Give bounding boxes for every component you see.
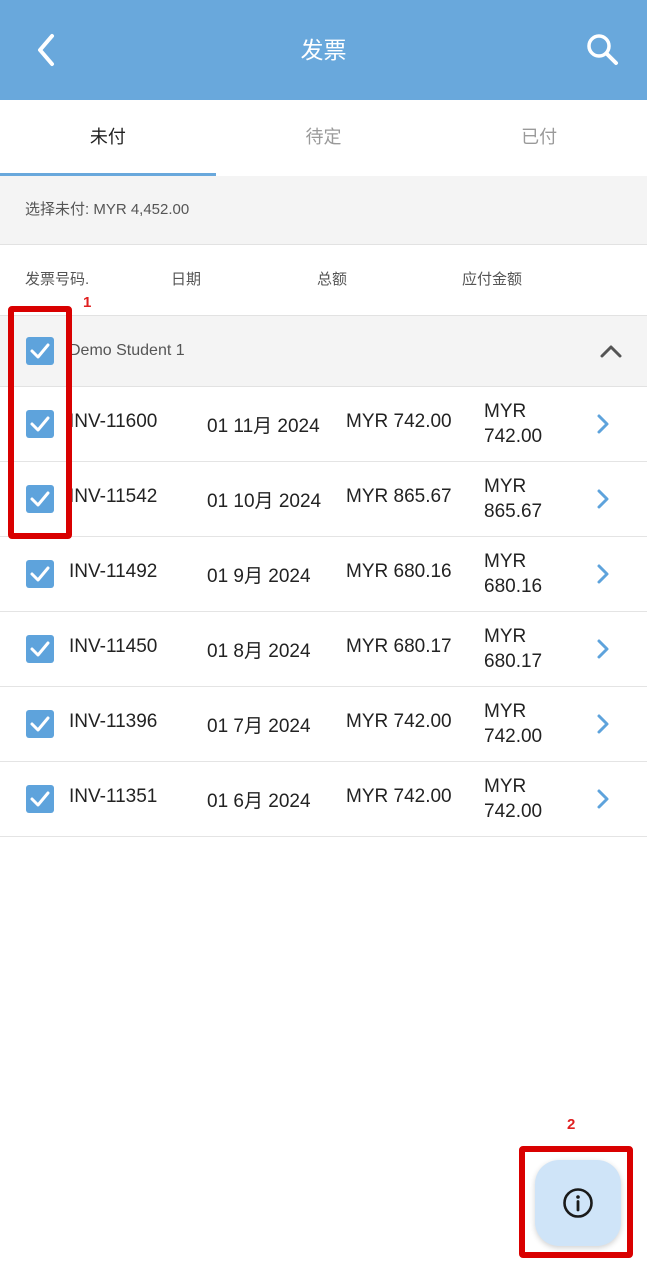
- check-icon: [30, 641, 50, 657]
- invoice-checkbox[interactable]: [26, 560, 54, 588]
- invoice-screen: 发票 未付 待定 已付 选择未付: MYR 4,452.00 发票号码. 日期 …: [0, 0, 647, 1280]
- search-button[interactable]: [581, 28, 625, 72]
- annotation-label-1: 1: [83, 294, 92, 311]
- invoice-row[interactable]: INV-11600 01 11月 2024 MYR 742.00 MYR 742…: [0, 387, 647, 462]
- invoice-total: MYR 742.00: [346, 786, 452, 807]
- invoice-number: INV-11450: [69, 636, 158, 657]
- search-icon: [587, 34, 618, 65]
- invoice-number: INV-11600: [69, 411, 158, 432]
- col-invoice-no: 发票号码.: [25, 271, 90, 288]
- invoice-total: MYR 865.67: [346, 486, 452, 507]
- annotation-box-1: [8, 306, 72, 539]
- col-total: 总额: [317, 271, 348, 288]
- annotation-box-2: [519, 1146, 633, 1258]
- col-due: 应付金额: [462, 271, 523, 288]
- app-header: 发票: [0, 0, 647, 100]
- invoice-checkbox[interactable]: [26, 635, 54, 663]
- invoice-number: INV-11351: [69, 786, 158, 807]
- invoice-number: INV-11542: [69, 486, 158, 507]
- invoice-total: MYR 680.16: [346, 561, 452, 582]
- invoice-checkbox[interactable]: [26, 785, 54, 813]
- invoice-due: MYR 680.16: [484, 551, 543, 597]
- invoice-due: MYR 742.00: [484, 776, 543, 822]
- invoice-due: MYR 742.00: [484, 701, 543, 747]
- chevron-right-icon[interactable]: [594, 487, 612, 511]
- invoice-date: 01 11月 2024: [207, 416, 320, 437]
- chevron-right-icon[interactable]: [594, 412, 612, 436]
- page-title: 发票: [300, 37, 347, 63]
- invoice-due: MYR 742.00: [484, 401, 543, 447]
- chevron-right-icon[interactable]: [594, 787, 612, 811]
- check-icon: [30, 791, 50, 807]
- unpaid-summary-bar: 选择未付: MYR 4,452.00: [0, 176, 647, 245]
- invoice-due: MYR 680.17: [484, 626, 543, 672]
- annotation-label-2: 2: [567, 1116, 576, 1133]
- invoice-tabs: 未付 待定 已付: [0, 100, 647, 177]
- invoice-row[interactable]: INV-11492 01 9月 2024 MYR 680.16 MYR 680.…: [0, 537, 647, 612]
- column-headers: 发票号码. 日期 总额 应付金额: [0, 245, 647, 316]
- tab-pending[interactable]: 待定: [216, 100, 432, 176]
- invoice-date: 01 7月 2024: [207, 716, 311, 737]
- invoice-number: INV-11492: [69, 561, 158, 582]
- invoice-date: 01 10月 2024: [207, 491, 322, 512]
- invoice-total: MYR 742.00: [346, 711, 452, 732]
- tab-paid[interactable]: 已付: [431, 100, 647, 176]
- invoice-date: 01 6月 2024: [207, 791, 311, 812]
- invoice-row[interactable]: INV-11542 01 10月 2024 MYR 865.67 MYR 865…: [0, 462, 647, 537]
- unpaid-summary-text: 选择未付: MYR 4,452.00: [25, 201, 190, 218]
- student-name: Demo Student 1: [69, 342, 185, 359]
- invoice-total: MYR 742.00: [346, 411, 452, 432]
- student-group-row[interactable]: Demo Student 1: [0, 316, 647, 387]
- chevron-up-icon[interactable]: [598, 340, 624, 362]
- tab-unpaid[interactable]: 未付: [0, 100, 216, 177]
- chevron-right-icon[interactable]: [594, 712, 612, 736]
- invoice-row[interactable]: INV-11351 01 6月 2024 MYR 742.00 MYR 742.…: [0, 762, 647, 837]
- invoice-total: MYR 680.17: [346, 636, 452, 657]
- invoice-number: INV-11396: [69, 711, 158, 732]
- col-date: 日期: [171, 271, 202, 288]
- invoice-checkbox[interactable]: [26, 710, 54, 738]
- check-icon: [30, 566, 50, 582]
- invoice-due: MYR 865.67: [484, 476, 543, 522]
- chevron-right-icon[interactable]: [594, 562, 612, 586]
- invoice-row[interactable]: INV-11450 01 8月 2024 MYR 680.17 MYR 680.…: [0, 612, 647, 687]
- chevron-right-icon[interactable]: [594, 637, 612, 661]
- check-icon: [30, 716, 50, 732]
- invoice-row[interactable]: INV-11396 01 7月 2024 MYR 742.00 MYR 742.…: [0, 687, 647, 762]
- invoice-date: 01 9月 2024: [207, 566, 311, 587]
- invoice-date: 01 8月 2024: [207, 641, 311, 662]
